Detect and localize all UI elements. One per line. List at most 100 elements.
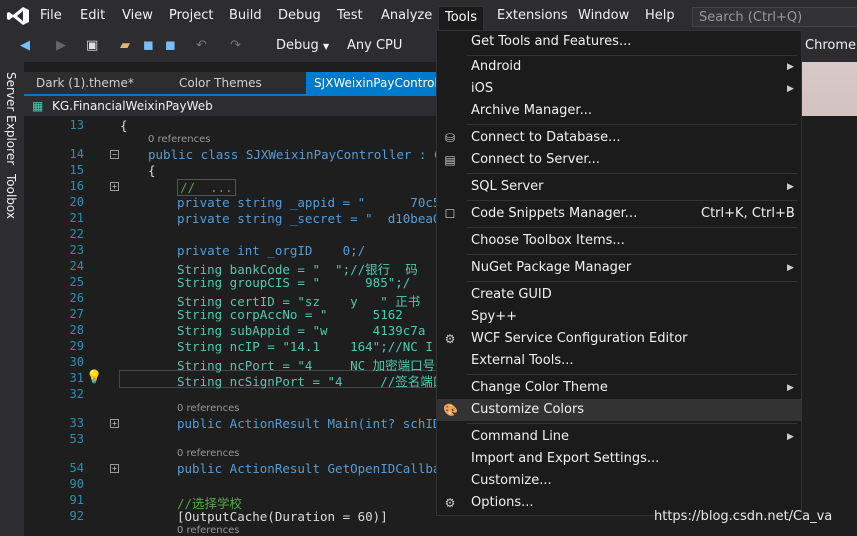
project-dropdown[interactable]: KG.FinancialWeixinPayWeb [52,96,213,116]
tab-dark-theme[interactable]: Dark (1).theme* [28,72,142,94]
menu-analyze[interactable]: Analyze [381,8,432,23]
save-icon[interactable]: ◼ [143,38,154,53]
menu-view[interactable]: View [122,8,153,23]
menu-window[interactable]: Window [578,8,629,23]
menu-test[interactable]: Test [337,8,363,23]
menu-debug[interactable]: Debug [278,8,321,23]
new-project-icon[interactable]: ▣ [86,38,98,53]
code-line: [OutputCache(Duration = 60)] [177,509,388,524]
menu-item-customize[interactable]: Customize... [437,470,801,492]
menu-item-ios[interactable]: iOS ▶ [437,78,801,100]
code-line: { [148,163,156,178]
code-line: String ncSignPort = "4 //签名端口号 [177,374,458,389]
search-input[interactable]: Search (Ctrl+Q) [692,7,857,27]
menu-separator [467,423,797,424]
tab-controller[interactable]: SJXWeixinPayControll [306,72,450,94]
tab-color-themes[interactable]: Color Themes [171,72,270,94]
code-lens-references[interactable]: 0 references [177,525,240,536]
fold-toggle[interactable]: + [110,464,119,473]
code-line: { [120,118,128,133]
menu-edit[interactable]: Edit [80,8,105,23]
menu-item-connect-server[interactable]: ▤ Connect to Server... [437,149,801,171]
menu-item-command-line[interactable]: Command Line ▶ [437,426,801,448]
submenu-arrow-icon: ▶ [787,263,794,273]
menu-item-spy[interactable]: Spy++ [437,306,801,328]
menu-item-nuget[interactable]: NuGet Package Manager ▶ [437,257,801,279]
submenu-arrow-icon: ▶ [787,432,794,442]
line-number: 26 [69,291,84,305]
line-number: 53 [69,432,84,446]
menu-item-create-guid[interactable]: Create GUID [437,284,801,306]
line-number: 29 [69,339,84,353]
menu-item-code-snippets[interactable]: ☐ Code Snippets Manager... Ctrl+K, Ctrl+B [437,203,801,225]
server-explorer-tab[interactable]: Server Explorer [4,72,18,165]
code-line: private string _secret = " d10bea0e [177,211,448,226]
database-icon: ⛁ [444,131,456,145]
code-lens-references[interactable]: 0 references [177,448,240,459]
menu-separator [467,200,797,201]
menu-item-sql-server[interactable]: SQL Server ▶ [437,176,801,198]
code-line: String corpAccNo = " 5162 [177,307,403,322]
line-number: 92 [69,509,84,523]
code-line: public ActionResult Main(int? schID, [177,416,448,431]
line-number: 30 [69,355,84,369]
chevron-down-icon[interactable]: ▼ [323,42,329,51]
open-folder-icon[interactable]: ▰ [120,38,130,53]
menu-build[interactable]: Build [229,8,262,23]
menu-separator [467,254,797,255]
code-line: private string _appid = " 70c54 [177,195,448,210]
configuration-select[interactable]: Debug [276,38,319,53]
settings-icon: ⚙ [444,496,456,510]
line-number: 24 [69,259,84,273]
menu-separator [467,173,797,174]
submenu-arrow-icon: ▶ [787,84,794,94]
menu-project[interactable]: Project [169,8,213,23]
gear-icon: ⚙ [444,332,456,346]
forward-icon[interactable]: ▶ [56,38,66,53]
menu-item-wcf-editor[interactable]: ⚙ WCF Service Configuration Editor [437,328,801,350]
code-lens-references[interactable]: 0 references [148,134,211,145]
line-number: 91 [69,493,84,507]
menu-item-change-color-theme[interactable]: Change Color Theme ▶ [437,377,801,399]
menu-item-external-tools[interactable]: External Tools... [437,350,801,372]
code-lens-references[interactable]: 0 references [177,403,240,414]
checkbox-icon: ☐ [444,207,456,221]
line-number: 16 [69,179,84,193]
menu-bar: File Edit View Project Build Debug Test … [0,0,857,33]
submenu-arrow-icon: ▶ [787,383,794,393]
code-line: public ActionResult GetOpenIDCallback [177,461,456,476]
palette-icon: 🎨 [443,403,458,417]
fold-toggle[interactable]: + [110,182,119,191]
line-number: 23 [69,243,84,257]
tools-dropdown-menu: Get Tools and Features... Android ▶ iOS ▶ … [436,30,802,516]
undo-icon[interactable]: ↶ [196,38,207,53]
back-icon[interactable]: ◀ [20,38,30,53]
menu-item-archive-manager[interactable]: Archive Manager... [437,100,801,122]
save-all-icon[interactable]: ◼ [165,38,176,53]
menu-item-android[interactable]: Android ▶ [437,56,801,78]
project-icon: ▦ [32,99,44,113]
code-line: private int _orgID 0;/ [177,243,366,258]
menu-extensions[interactable]: Extensions [497,8,568,23]
line-number: 14 [69,147,84,161]
fold-toggle[interactable]: − [110,150,119,159]
menu-item-import-export[interactable]: Import and Export Settings... [437,448,801,470]
line-number: 90 [69,477,84,491]
menu-item-get-tools[interactable]: Get Tools and Features... [437,31,801,53]
menu-item-customize-colors[interactable]: 🎨 Customize Colors [437,399,801,421]
line-number: 33 [69,416,84,430]
lightbulb-icon[interactable]: 💡 [86,370,102,385]
platform-select[interactable]: Any CPU [347,38,402,53]
menu-item-toolbox-items[interactable]: Choose Toolbox Items... [437,230,801,252]
redo-icon[interactable]: ↷ [230,38,241,53]
code-line: public class SJXWeixinPayController : Co… [148,147,457,162]
toolbox-tab[interactable]: Toolbox [4,174,18,219]
menu-tools[interactable]: Tools [438,6,485,33]
menu-file[interactable]: File [40,8,62,23]
fold-toggle[interactable]: + [110,419,119,428]
line-number: 21 [69,211,84,225]
browser-target-text: Chrome) [805,38,857,53]
menu-help[interactable]: Help [645,8,675,23]
menu-item-connect-database[interactable]: ⛁ Connect to Database... [437,127,801,149]
server-icon: ▤ [444,153,456,167]
